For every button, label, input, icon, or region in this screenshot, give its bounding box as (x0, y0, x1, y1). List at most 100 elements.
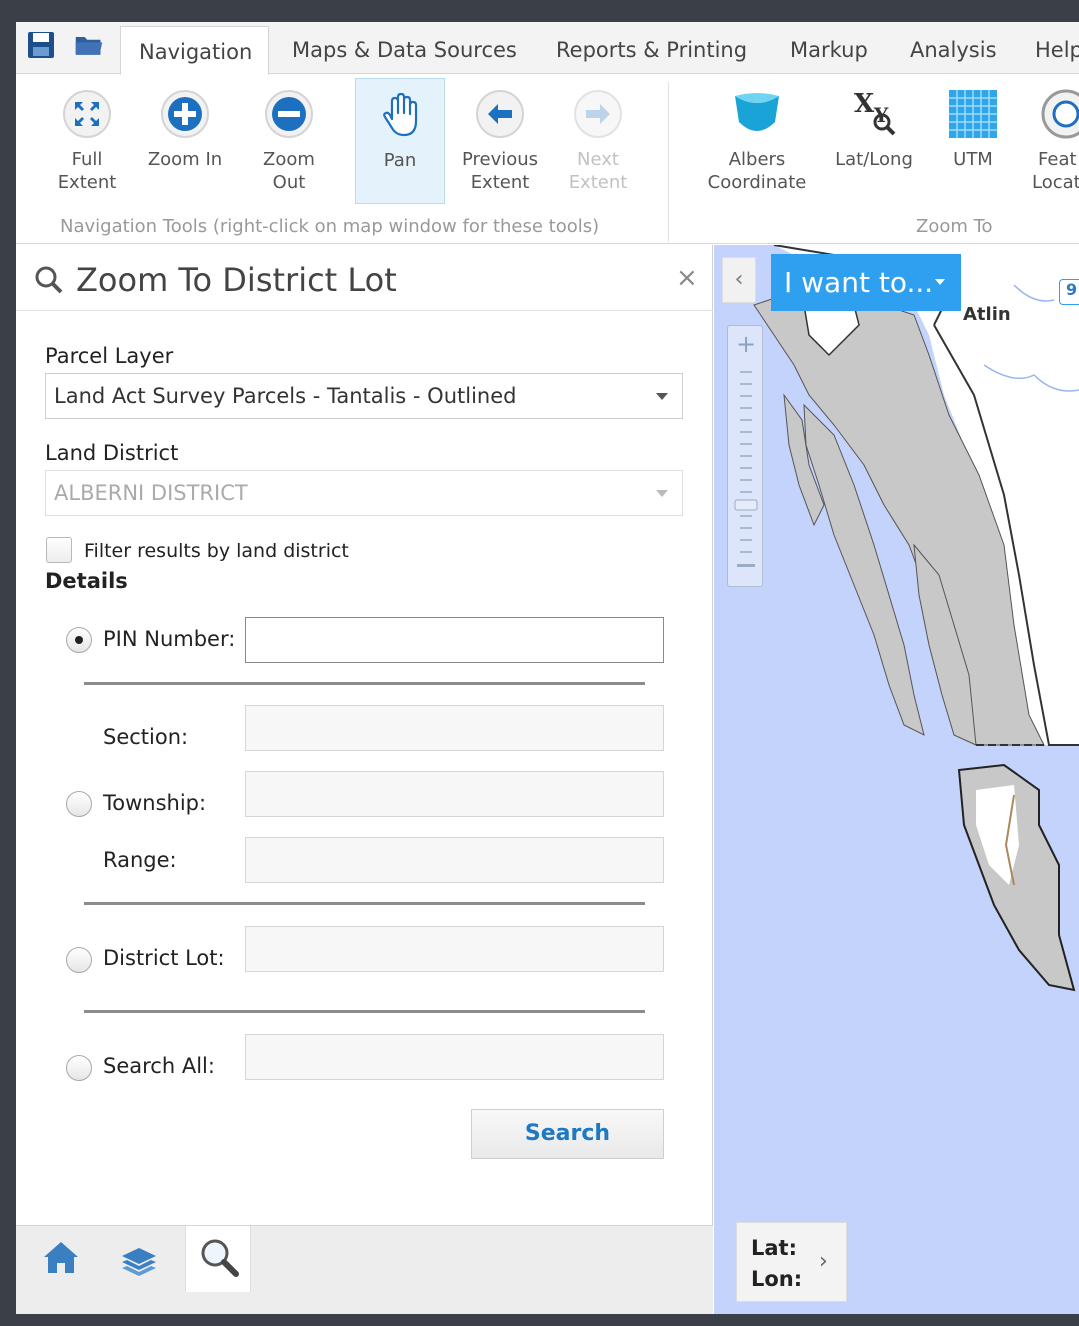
chevron-down-icon (656, 393, 668, 400)
range-label: Range: (103, 848, 177, 872)
next-extent-button[interactable]: Next Extent (553, 78, 643, 194)
pan-hand-icon (383, 92, 418, 137)
lat-long-label: Lat/Long (835, 149, 913, 170)
zoom-slider[interactable]: + (727, 325, 763, 587)
albers-label-1: Albers (728, 149, 786, 170)
full-extent-icon (63, 90, 111, 138)
albers-label-2: Coordinate (707, 172, 807, 193)
details-heading: Details (45, 569, 128, 593)
previous-extent-label-1: Previous (461, 149, 539, 170)
land-district-label: Land District (45, 441, 179, 465)
pin-number-input[interactable] (245, 617, 664, 663)
parcel-layer-label: Parcel Layer (45, 344, 174, 368)
pin-number-radio[interactable] (66, 627, 92, 653)
albers-coordinate-button[interactable]: Albers Coordinate (696, 78, 818, 194)
zoom-to-district-lot-panel: Zoom To District Lot × Parcel Layer Land… (16, 245, 713, 1225)
filter-by-district-checkbox[interactable] (46, 537, 72, 563)
panel-title: Zoom To District Lot (76, 261, 397, 299)
previous-extent-arrow-icon (476, 90, 524, 138)
next-extent-label-2: Extent (568, 172, 628, 193)
zoom-out-label: Zoom Out (263, 149, 315, 193)
utm-button[interactable]: UTM (930, 78, 1016, 171)
divider (84, 902, 645, 905)
search-all-input[interactable] (245, 1034, 664, 1080)
utm-label: UTM (953, 149, 993, 170)
coordinate-readout: Lat: Lon: › (736, 1222, 847, 1302)
feature-label-1: Feat (1038, 149, 1077, 170)
zoom-to-group-label: Zoom To (916, 216, 993, 237)
land-district-select[interactable]: ALBERNI DISTRICT (45, 470, 683, 516)
township-label: Township: (103, 791, 207, 815)
parcel-layer-select[interactable]: Land Act Survey Parcels - Tantalis - Out… (45, 373, 683, 419)
parcel-layer-value: Land Act Survey Parcels - Tantalis - Out… (54, 384, 517, 408)
pin-number-label: PIN Number: (103, 627, 236, 651)
district-lot-radio[interactable] (66, 947, 92, 973)
place-label-atlin: Atlin (963, 304, 1011, 325)
panel-header: Zoom To District Lot × (16, 245, 713, 311)
land-district-value: ALBERNI DISTRICT (54, 481, 248, 505)
search-tab-button[interactable] (185, 1226, 251, 1292)
feature-locator-button[interactable]: Feat Locat (1026, 78, 1079, 194)
zoom-in-button[interactable]: Zoom In (140, 78, 230, 171)
utm-grid-icon (949, 90, 997, 138)
map-view[interactable]: ‹ I want to... Atlin 9 + Lat: Lon: › (714, 245, 1079, 1314)
ribbon-toolbar: Navigation Maps & Data Sources Reports &… (16, 22, 1079, 244)
township-input[interactable] (245, 771, 664, 817)
divider (84, 682, 645, 685)
next-extent-arrow-icon (574, 90, 622, 138)
magnifier-icon (201, 1239, 239, 1277)
lon-label: Lon: (751, 1267, 803, 1291)
expand-coordinates-icon[interactable]: › (819, 1249, 828, 1274)
panel-bottom-nav (16, 1225, 713, 1314)
i-want-to-menu[interactable]: I want to... (771, 254, 961, 311)
layers-icon (122, 1248, 156, 1276)
window-left-border (0, 0, 16, 1326)
tab-navigation[interactable]: Navigation (120, 26, 270, 75)
lat-long-button[interactable]: X Y Lat/Long (824, 78, 924, 171)
full-extent-button[interactable]: Full Extent (42, 78, 132, 194)
feature-label-2: Locat (1032, 172, 1079, 193)
search-all-radio[interactable] (66, 1055, 92, 1081)
chevron-down-icon (656, 490, 668, 497)
open-folder-icon[interactable] (74, 30, 104, 60)
zoom-in-label: Zoom In (147, 149, 223, 170)
app-window: Navigation Maps & Data Sources Reports &… (0, 0, 1079, 1326)
tab-help[interactable]: Help (1035, 38, 1079, 62)
collapse-panel-button[interactable]: ‹ (722, 257, 756, 303)
tab-maps-data-sources[interactable]: Maps & Data Sources (292, 38, 517, 62)
pan-button[interactable]: Pan (355, 78, 445, 204)
section-label: Section: (103, 725, 189, 749)
section-input[interactable] (245, 705, 664, 751)
svg-text:X: X (854, 89, 875, 119)
district-lot-label: District Lot: (103, 946, 225, 970)
tab-analysis[interactable]: Analysis (910, 38, 997, 62)
divider (84, 1010, 645, 1013)
zoom-out-button[interactable]: Zoom Out (244, 78, 334, 194)
district-lot-input[interactable] (245, 926, 664, 972)
search-button[interactable]: Search (471, 1109, 664, 1159)
feature-locator-icon (1041, 89, 1079, 139)
window-bottom-border (0, 1314, 1079, 1326)
window-top-bar (0, 0, 1079, 22)
search-all-label: Search All: (103, 1054, 215, 1078)
zoom-scale-ticks (734, 371, 758, 553)
range-input[interactable] (245, 837, 664, 883)
close-icon[interactable]: × (676, 263, 698, 293)
home-button[interactable] (28, 1226, 94, 1292)
pan-label: Pan (383, 150, 417, 171)
tab-reports-printing[interactable]: Reports & Printing (556, 38, 747, 62)
map-badge: 9 (1059, 279, 1079, 305)
tab-markup[interactable]: Markup (790, 38, 868, 62)
township-radio[interactable] (66, 791, 92, 817)
zoom-in-icon (161, 90, 209, 138)
zoom-plus-icon[interactable]: + (736, 330, 756, 358)
zoom-minus-icon[interactable] (737, 564, 755, 567)
previous-extent-button[interactable]: Previous Extent (455, 78, 545, 194)
caret-down-icon (935, 279, 945, 285)
layers-button[interactable] (106, 1226, 172, 1292)
save-icon[interactable] (26, 30, 56, 60)
next-extent-label-1: Next (577, 149, 619, 170)
i-want-to-label: I want to... (784, 266, 934, 299)
previous-extent-label-2: Extent (470, 172, 530, 193)
home-icon (44, 1242, 78, 1273)
